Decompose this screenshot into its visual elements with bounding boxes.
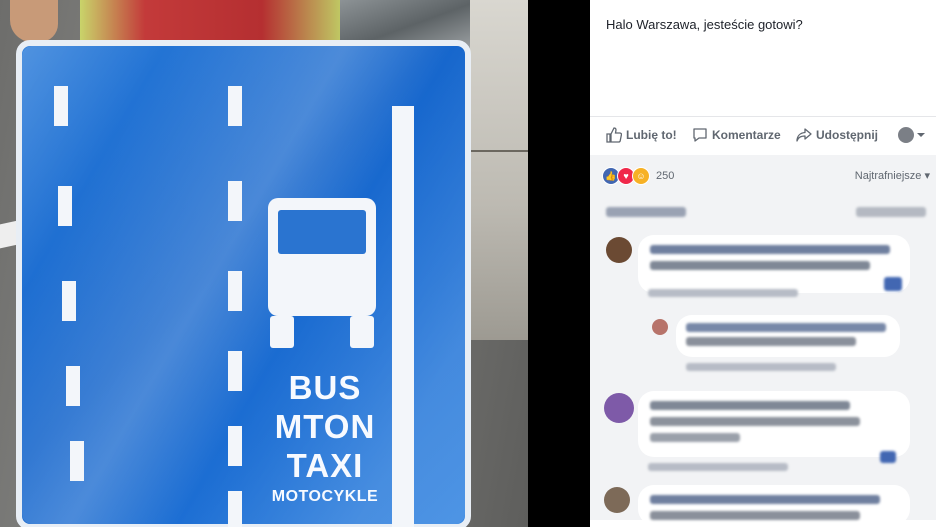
comments-count-blurred <box>856 207 926 217</box>
lane-dash <box>228 271 242 311</box>
share-button[interactable]: Udostępnij <box>796 127 878 143</box>
chevron-down-icon: ▾ <box>924 170 930 182</box>
comment-meta-blurred <box>648 463 788 471</box>
lane-dash <box>58 186 72 226</box>
view-more-comments-link[interactable] <box>606 207 686 217</box>
sort-label: Najtrafniejsze <box>854 170 922 182</box>
share-label: Udostępnij <box>816 128 878 142</box>
comment-text-blurred <box>650 245 890 254</box>
like-reaction-icon <box>884 277 902 291</box>
worker-hand <box>10 0 58 42</box>
comment-icon <box>693 128 707 142</box>
lane-dash <box>66 366 80 406</box>
lane-dash <box>62 281 76 321</box>
comment-text-blurred <box>650 495 880 504</box>
post-text: Halo Warszawa, jesteście gotowi? <box>606 17 803 32</box>
comment-text-blurred <box>650 417 860 426</box>
sign-text-bus: BUS <box>288 369 362 406</box>
post-actions-bar: Lubię to! Komentarze Udostępnij <box>590 116 936 156</box>
comment-meta-blurred <box>686 363 836 371</box>
avatar[interactable] <box>652 319 668 335</box>
comment-text-blurred <box>686 323 886 332</box>
chevron-down-icon <box>917 133 925 137</box>
comment-text-blurred <box>650 401 850 410</box>
comment-sort-dropdown[interactable]: Najtrafniejsze ▾ <box>855 169 930 182</box>
avatar <box>898 127 914 143</box>
sign-text-motocykle: MOTOCYKLE <box>271 488 379 505</box>
comment-text-blurred <box>650 261 870 270</box>
reactions-summary[interactable]: 👍 ♥ ☺ 250 <box>602 167 674 185</box>
comment-label: Komentarze <box>712 128 781 142</box>
comment-button[interactable]: Komentarze <box>692 127 781 143</box>
lane-dash <box>228 86 242 126</box>
reaction-count: 250 <box>656 170 675 182</box>
comment-bubble <box>638 485 910 525</box>
like-reaction-icon <box>880 451 896 463</box>
share-icon <box>796 128 812 142</box>
reply-bubble <box>676 315 900 357</box>
post-photo[interactable]: BUS MTON TAXI MOTOCYKLE <box>0 0 528 527</box>
lane-dash <box>54 86 68 126</box>
post-sidebar: Halo Warszawa, jesteście gotowi? Lubię t… <box>590 0 936 527</box>
lane-dash <box>228 181 242 221</box>
comment-text-blurred <box>650 433 740 442</box>
comment-text-blurred <box>686 337 856 346</box>
sign-text-taxi: TAXI <box>286 447 364 484</box>
comment-bubble <box>638 391 910 457</box>
viewer-gap <box>528 0 590 527</box>
sign-text-mton: MTON <box>274 408 376 445</box>
avatar[interactable] <box>604 487 630 513</box>
avatar[interactable] <box>604 393 634 423</box>
haha-reaction-icon: ☺ <box>632 167 650 185</box>
comment-bubble <box>638 235 910 293</box>
bus-lane-sign: BUS MTON TAXI MOTOCYKLE <box>16 40 471 527</box>
comment-meta-blurred <box>648 289 798 297</box>
thumbs-up-icon <box>606 127 622 143</box>
like-label: Lubię to! <box>626 128 677 142</box>
comments-section: 👍 ♥ ☺ 250 Najtrafniejsze ▾ <box>590 155 936 525</box>
avatar[interactable] <box>606 237 632 263</box>
like-button[interactable]: Lubię to! <box>606 127 677 143</box>
lane-dash <box>70 441 84 481</box>
profile-selector[interactable] <box>898 127 929 143</box>
bus-icon <box>268 198 376 348</box>
comment-text-blurred <box>650 511 860 520</box>
